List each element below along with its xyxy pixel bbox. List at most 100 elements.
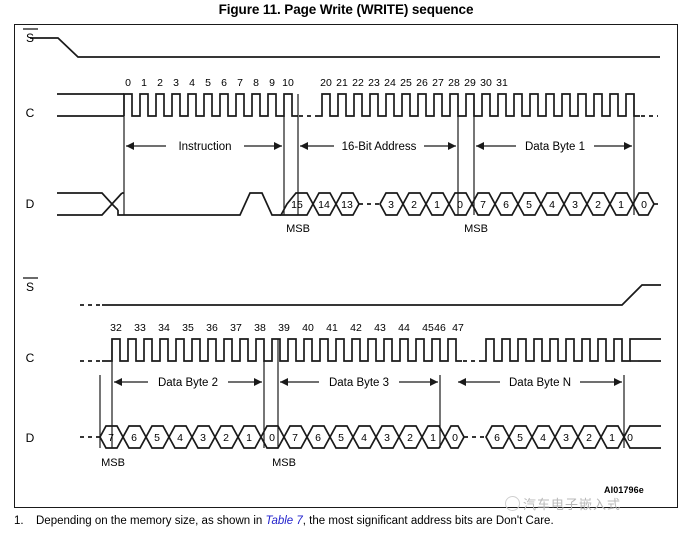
section1-reference-lines bbox=[123, 94, 635, 215]
section2-clock-numbers: 32 33 34 35 36 37 38 39 40 41 42 43 44 4… bbox=[110, 322, 464, 334]
svg-text:6: 6 bbox=[221, 77, 227, 89]
svg-text:3: 3 bbox=[388, 199, 394, 211]
svg-text:4: 4 bbox=[177, 432, 183, 444]
svg-text:45: 45 bbox=[422, 322, 434, 334]
span-label-address: 16-Bit Address bbox=[342, 141, 417, 153]
svg-text:3: 3 bbox=[200, 432, 206, 444]
svg-text:3: 3 bbox=[563, 432, 569, 444]
msb-label: MSB bbox=[286, 223, 310, 235]
svg-text:1: 1 bbox=[246, 432, 252, 444]
svg-text:33: 33 bbox=[134, 322, 146, 334]
svg-text:27: 27 bbox=[432, 77, 444, 89]
span-label-databyte3: Data Byte 3 bbox=[329, 377, 389, 389]
svg-text:28: 28 bbox=[448, 77, 460, 89]
signal-label-c-2: C bbox=[26, 351, 35, 365]
section2-span-databyte2: Data Byte 2 bbox=[114, 374, 262, 389]
msb-label: MSB bbox=[272, 457, 296, 469]
svg-text:2: 2 bbox=[157, 77, 163, 89]
svg-text:3: 3 bbox=[384, 432, 390, 444]
svg-text:15: 15 bbox=[291, 199, 303, 211]
svg-text:29: 29 bbox=[464, 77, 476, 89]
msb-label: MSB bbox=[464, 223, 488, 235]
section2-clock-waveform: C bbox=[26, 338, 661, 365]
svg-text:13: 13 bbox=[341, 199, 353, 211]
svg-text:6: 6 bbox=[315, 432, 321, 444]
svg-text:1: 1 bbox=[609, 432, 615, 444]
svg-text:20: 20 bbox=[320, 77, 332, 89]
svg-text:40: 40 bbox=[302, 322, 314, 334]
svg-text:4: 4 bbox=[361, 432, 367, 444]
svg-text:4: 4 bbox=[540, 432, 546, 444]
svg-text:3: 3 bbox=[173, 77, 179, 89]
footnote-table-link[interactable]: Table 7 bbox=[265, 515, 302, 527]
svg-text:10: 10 bbox=[282, 77, 294, 89]
footnote: 1. Depending on the memory size, as shown… bbox=[14, 515, 678, 527]
svg-text:8: 8 bbox=[253, 77, 259, 89]
svg-text:2: 2 bbox=[411, 199, 417, 211]
svg-text:1: 1 bbox=[434, 199, 440, 211]
svg-text:2: 2 bbox=[586, 432, 592, 444]
svg-text:31: 31 bbox=[496, 77, 508, 89]
svg-text:4: 4 bbox=[189, 77, 195, 89]
svg-text:36: 36 bbox=[206, 322, 218, 334]
footnote-number: 1. bbox=[14, 515, 24, 527]
svg-text:0: 0 bbox=[452, 432, 458, 444]
span-label-databyteN: Data Byte N bbox=[509, 377, 571, 389]
svg-text:5: 5 bbox=[517, 432, 523, 444]
svg-text:0: 0 bbox=[269, 432, 275, 444]
svg-text:7: 7 bbox=[292, 432, 298, 444]
svg-text:4: 4 bbox=[549, 199, 555, 211]
section1-span-address: 16-Bit Address bbox=[300, 138, 456, 153]
svg-text:46: 46 bbox=[434, 322, 446, 334]
span-label-instruction: Instruction bbox=[178, 141, 231, 153]
section2-chipselect-waveform: S bbox=[23, 277, 661, 306]
svg-text:6: 6 bbox=[494, 432, 500, 444]
svg-text:5: 5 bbox=[205, 77, 211, 89]
svg-text:35: 35 bbox=[182, 322, 194, 334]
svg-text:2: 2 bbox=[223, 432, 229, 444]
section2-msb-labels: MSB MSB bbox=[101, 457, 296, 469]
svg-text:5: 5 bbox=[338, 432, 344, 444]
svg-text:5: 5 bbox=[526, 199, 532, 211]
footnote-text-after: , the most significant address bits are … bbox=[302, 515, 554, 527]
svg-text:32: 32 bbox=[110, 322, 122, 334]
svg-text:34: 34 bbox=[158, 322, 170, 334]
svg-text:3: 3 bbox=[572, 199, 578, 211]
svg-text:37: 37 bbox=[230, 322, 242, 334]
svg-text:23: 23 bbox=[368, 77, 380, 89]
svg-text:7: 7 bbox=[237, 77, 243, 89]
svg-text:5: 5 bbox=[154, 432, 160, 444]
span-label-databyte1: Data Byte 1 bbox=[525, 141, 585, 153]
svg-text:0: 0 bbox=[641, 199, 647, 211]
svg-text:1: 1 bbox=[430, 432, 436, 444]
svg-text:7: 7 bbox=[108, 432, 114, 444]
section1-clock-numbers-group2: 20 21 22 23 24 25 26 27 28 29 30 31 bbox=[320, 77, 508, 89]
svg-text:44: 44 bbox=[398, 322, 410, 334]
svg-text:1: 1 bbox=[141, 77, 147, 89]
svg-text:25: 25 bbox=[400, 77, 412, 89]
section1-span-databyte1: Data Byte 1 bbox=[476, 138, 632, 153]
section1-clock-waveform: C bbox=[26, 93, 658, 120]
signal-label-d-1: D bbox=[26, 197, 35, 211]
svg-text:42: 42 bbox=[350, 322, 362, 334]
svg-text:24: 24 bbox=[384, 77, 396, 89]
signal-label-s-2: S bbox=[26, 280, 34, 294]
span-label-databyte2: Data Byte 2 bbox=[158, 377, 218, 389]
svg-text:2: 2 bbox=[407, 432, 413, 444]
svg-text:38: 38 bbox=[254, 322, 266, 334]
svg-text:6: 6 bbox=[131, 432, 137, 444]
svg-text:9: 9 bbox=[269, 77, 275, 89]
svg-text:7: 7 bbox=[480, 199, 486, 211]
section1-msb-labels: MSB MSB bbox=[286, 223, 488, 235]
svg-text:47: 47 bbox=[452, 322, 464, 334]
svg-text:39: 39 bbox=[278, 322, 290, 334]
svg-text:21: 21 bbox=[336, 77, 348, 89]
svg-text:14: 14 bbox=[318, 199, 330, 211]
svg-text:0: 0 bbox=[457, 199, 463, 211]
svg-text:26: 26 bbox=[416, 77, 428, 89]
section2-span-databyteN: Data Byte N bbox=[458, 374, 622, 389]
svg-text:30: 30 bbox=[480, 77, 492, 89]
signal-label-s-1: S bbox=[26, 31, 34, 45]
svg-text:6: 6 bbox=[503, 199, 509, 211]
svg-text:1: 1 bbox=[618, 199, 624, 211]
